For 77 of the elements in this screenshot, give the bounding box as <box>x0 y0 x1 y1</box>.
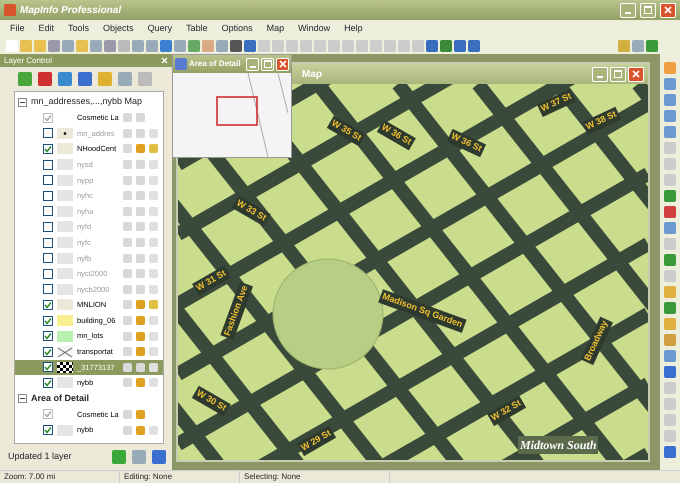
swatch-icon <box>57 377 73 388</box>
checkbox[interactable] <box>43 425 53 436</box>
menu-item[interactable]: Query <box>148 22 172 36</box>
swatch-icon <box>57 315 73 326</box>
checkbox[interactable] <box>43 300 53 310</box>
swatch-icon <box>57 424 73 436</box>
checkbox[interactable] <box>43 144 53 154</box>
checkbox[interactable] <box>43 222 53 232</box>
minimize-button[interactable] <box>246 58 259 70</box>
status-text: Zoom: 7.00 mi <box>0 471 120 483</box>
swatch-icon <box>57 174 73 186</box>
maximize-icon <box>644 6 652 14</box>
close-icon <box>278 60 286 68</box>
swatch-icon <box>57 284 73 295</box>
swatch-icon <box>57 346 73 358</box>
window-title: MapInfo Professional <box>20 4 122 18</box>
checkbox[interactable] <box>43 253 53 264</box>
checkbox[interactable] <box>43 238 53 248</box>
menu-item[interactable]: Map <box>266 22 284 36</box>
close-icon <box>664 6 672 14</box>
menu-item[interactable]: File <box>10 22 25 36</box>
checkbox[interactable] <box>43 268 53 279</box>
group-name[interactable]: mn_addresses,...,nybb Map <box>31 95 142 109</box>
area-label: Midtown South <box>518 436 598 454</box>
checkbox[interactable] <box>43 284 53 294</box>
checkbox[interactable] <box>43 206 53 216</box>
maximize-button[interactable] <box>261 58 274 70</box>
checkbox[interactable] <box>43 128 53 138</box>
expand-toggle[interactable] <box>18 98 27 106</box>
close-button[interactable] <box>628 66 644 82</box>
swatch-icon <box>57 128 73 139</box>
swatch-icon <box>57 299 73 310</box>
maximize-icon <box>264 60 272 68</box>
status-message: Updated 1 layer <box>8 450 73 464</box>
swatch-icon <box>57 206 73 217</box>
swatch-icon <box>57 268 73 280</box>
checkbox[interactable] <box>43 331 53 342</box>
menu-item[interactable]: Options <box>222 22 253 36</box>
menu-item[interactable]: Tools <box>68 22 90 36</box>
panel-title: Layer Control <box>4 54 52 66</box>
maximize-button[interactable] <box>610 66 626 82</box>
close-icon <box>632 70 640 78</box>
swatch-icon <box>57 362 73 373</box>
minimize-button[interactable] <box>620 2 636 18</box>
swatch-icon <box>57 330 73 342</box>
menu-item[interactable]: Table <box>186 22 208 36</box>
checkbox[interactable] <box>43 175 53 186</box>
status-text: Selecting: None <box>240 471 390 483</box>
status-text: Editing: None <box>120 471 240 483</box>
group-name[interactable]: Area of Detail <box>31 392 90 406</box>
close-icon[interactable] <box>161 57 168 64</box>
window-title: Area of Detail <box>189 58 242 70</box>
checkbox[interactable] <box>43 112 53 123</box>
expand-toggle[interactable] <box>18 394 27 404</box>
menu-item[interactable]: Objects <box>103 22 134 36</box>
menu-item[interactable]: Edit <box>38 22 54 36</box>
swatch-icon <box>57 237 73 248</box>
menu-item[interactable]: Help <box>344 22 363 36</box>
checkbox[interactable] <box>43 362 53 372</box>
minimize-button[interactable] <box>592 66 608 82</box>
close-button[interactable] <box>660 2 676 18</box>
swatch-icon <box>57 252 73 264</box>
checkbox[interactable] <box>43 378 53 388</box>
maximize-icon <box>614 70 622 78</box>
close-button[interactable] <box>276 58 289 70</box>
checkbox[interactable] <box>43 409 53 420</box>
swatch-icon <box>57 143 73 154</box>
menu-item[interactable]: Window <box>298 22 330 36</box>
checkbox[interactable] <box>43 346 53 357</box>
checkbox[interactable] <box>43 316 53 326</box>
swatch-icon <box>57 159 73 170</box>
map-window-title: Map <box>302 68 322 82</box>
maximize-button[interactable] <box>640 2 656 18</box>
checkbox[interactable] <box>43 160 53 170</box>
swatch-icon <box>57 221 73 232</box>
swatch-icon <box>57 190 73 202</box>
checkbox[interactable] <box>43 190 53 201</box>
